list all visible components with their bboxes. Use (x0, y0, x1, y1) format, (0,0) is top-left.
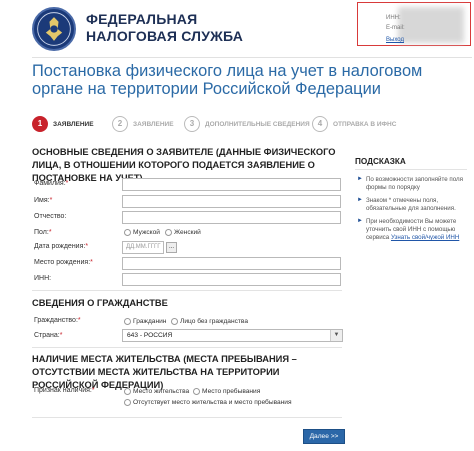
hint-item: ► По возможности заполняйте поля формы п… (357, 176, 467, 192)
section-divider (32, 290, 342, 291)
step-2-label: ЗАЯВЛЕНИЕ (133, 120, 174, 128)
country-label: Страна:* (34, 332, 63, 339)
birthplace-label: Место рождения:* (34, 259, 93, 266)
step-3[interactable]: 3 ДОПОЛНИТЕЛЬНЫЕ СВЕДЕНИЯ (184, 116, 310, 132)
section-citizenship-title: Сведения о гражданстве (32, 298, 168, 308)
hint-item-text: По возможности заполняйте поля формы по … (365, 176, 464, 191)
step-2[interactable]: 2 ЗАЯВЛЕНИЕ (112, 116, 174, 132)
citizen-radio[interactable] (124, 318, 131, 325)
sex-label: Пол:* (34, 229, 52, 236)
hint-item-text: Знаком * отмечены поля, обязательные для… (365, 197, 456, 212)
stateless-radio[interactable] (171, 318, 178, 325)
header-divider (32, 57, 472, 58)
logout-link[interactable]: Выход (386, 37, 404, 43)
inn-input[interactable] (122, 273, 341, 286)
citizenship-label: Гражданство:* (34, 317, 81, 324)
org-name-line2: НАЛОГОВАЯ СЛУЖБА (86, 28, 244, 44)
stay-radio[interactable] (193, 388, 200, 395)
stay-option-label: Место пребывания (202, 388, 261, 395)
residence-flag-label: Признак наличия:* (34, 387, 95, 394)
inn-label: ИНН: (34, 275, 52, 282)
find-inn-link[interactable]: Узнать свой/чужой ИНН (391, 234, 459, 241)
step-1-number: 1 (32, 116, 48, 132)
none-option-label: Отсутствует место жительства и место пре… (133, 399, 292, 406)
country-select-value: 643 - РОССИЯ (127, 332, 173, 339)
name-label: Имя:* (34, 197, 53, 204)
calendar-button[interactable]: ... (166, 242, 177, 253)
org-name-line1: ФЕДЕРАЛЬНАЯ (86, 11, 198, 27)
sex-male-radio[interactable] (124, 229, 131, 236)
user-email-label: E-mail: (386, 25, 405, 31)
user-inn-label: ИНН: (386, 15, 401, 21)
hint-item: ► При необходимости Вы можете уточнить с… (357, 218, 467, 242)
birthplace-input[interactable] (122, 257, 341, 270)
fns-logo (32, 7, 76, 51)
birthdate-label: Дата рождения:* (34, 243, 89, 250)
birthdate-input[interactable]: ДД.ММ.ГГГГ (122, 241, 164, 254)
user-info-box (357, 2, 471, 46)
residence-radio[interactable] (124, 388, 131, 395)
step-3-number: 3 (184, 116, 200, 132)
patronymic-input[interactable] (122, 211, 341, 224)
hint-divider (355, 169, 467, 170)
name-input[interactable] (122, 195, 341, 208)
arrow-right-icon: ► (357, 197, 363, 203)
none-radio[interactable] (124, 399, 131, 406)
hint-title: ПОДСКАЗКА (355, 157, 406, 166)
wizard-steps: 1 ЗАЯВЛЕНИЕ 2 ЗАЯВЛЕНИЕ 3 ДОПОЛНИТЕЛЬНЫЕ… (32, 116, 472, 138)
arrow-right-icon: ► (357, 176, 363, 182)
citizen-label: Гражданин (133, 318, 167, 325)
patronymic-label: Отчество: (34, 213, 67, 220)
step-1[interactable]: 1 ЗАЯВЛЕНИЕ (32, 116, 94, 132)
redacted-user-data (398, 7, 464, 43)
step-3-label: ДОПОЛНИТЕЛЬНЫЕ СВЕДЕНИЯ (205, 120, 310, 128)
sex-female-label: Женский (174, 229, 201, 236)
sex-male-label: Мужской (133, 229, 160, 236)
hint-item-text: При необходимости Вы можете уточнить сво… (366, 218, 467, 242)
surname-input[interactable] (122, 178, 341, 191)
step-1-label: ЗАЯВЛЕНИЕ (53, 120, 94, 128)
stateless-label: Лицо без гражданства (180, 318, 249, 325)
step-4-label: ОТПРАВКА В ИФНС (333, 120, 397, 128)
surname-label: Фамилия:* (34, 180, 69, 187)
step-4[interactable]: 4 ОТПРАВКА В ИФНС (312, 116, 396, 132)
page-title: Постановка физического лица на учет в на… (32, 62, 423, 98)
country-select[interactable]: 643 - РОССИЯ ▼ (122, 329, 343, 342)
chevron-down-icon[interactable]: ▼ (330, 330, 342, 341)
sex-female-radio[interactable] (165, 229, 172, 236)
org-name: ФЕДЕРАЛЬНАЯ НАЛОГОВАЯ СЛУЖБА (86, 11, 243, 45)
arrow-right-icon: ► (357, 218, 363, 224)
residence-option-label: Место жительства (133, 388, 190, 395)
section-divider (32, 347, 342, 348)
next-button[interactable]: Далее >> (303, 429, 345, 444)
section-divider (32, 417, 342, 418)
hint-list: ► По возможности заполняйте поля формы п… (357, 176, 467, 242)
step-2-number: 2 (112, 116, 128, 132)
hint-item: ► Знаком * отмечены поля, обязательные д… (357, 197, 467, 213)
step-4-number: 4 (312, 116, 328, 132)
